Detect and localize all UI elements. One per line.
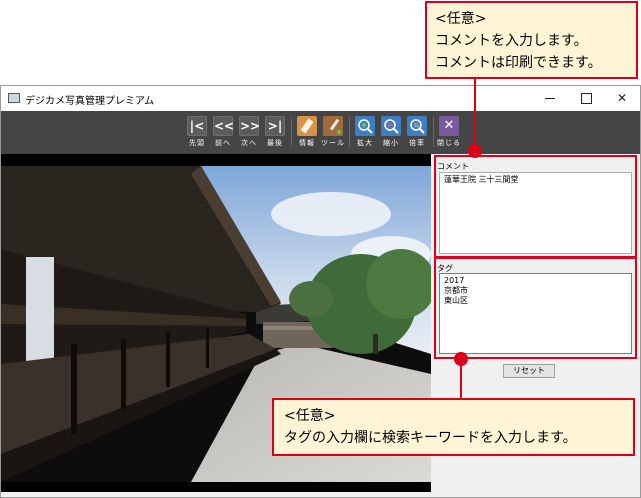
callout-line: <任意>	[435, 11, 487, 27]
zoom-out-glyph	[384, 119, 399, 134]
minimize-icon	[545, 98, 555, 99]
window-title: デジカメ写真管理プレミアム	[25, 96, 155, 107]
zoom-in-glyph	[358, 119, 373, 134]
tag-highlight	[434, 257, 637, 359]
toolbar: |< 先頭 << 前へ >> 次へ >| 最後 情報 ツール 拡大 縮小 % 倍…	[1, 111, 640, 154]
maximize-button[interactable]	[569, 86, 603, 111]
tools-button[interactable]: ツール	[320, 116, 346, 148]
info-icon	[297, 116, 317, 136]
toolbar-separator	[433, 117, 434, 147]
zoom-ratio-icon: %	[407, 116, 427, 136]
tools-label: ツール	[321, 139, 345, 147]
zoom-in-icon	[355, 116, 375, 136]
zoom-out-button[interactable]: 縮小	[378, 116, 404, 148]
comment-callout: <任意> コメントを入力します。 コメントは印刷できます。	[425, 1, 638, 79]
callout-line: <任意>	[284, 408, 336, 424]
brush-glyph	[329, 118, 341, 134]
first-button[interactable]: |< 先頭	[184, 116, 210, 148]
zoom-ratio-label: 倍率	[409, 139, 425, 147]
tag-callout: <任意> タグの入力欄に検索キーワードを入力します。	[272, 398, 635, 456]
prev-icon: <<	[213, 116, 234, 136]
zoom-out-label: 縮小	[383, 139, 399, 147]
maximize-icon	[580, 93, 592, 104]
next-label: 次へ	[241, 139, 257, 147]
minimize-button[interactable]	[533, 86, 567, 111]
zoom-out-icon	[381, 116, 401, 136]
prev-button[interactable]: << 前へ	[210, 116, 236, 148]
reset-button[interactable]: リセット	[503, 364, 555, 378]
zoom-in-button[interactable]: 拡大	[352, 116, 378, 148]
prev-label: 前へ	[215, 139, 231, 147]
close-label: 閉じる	[437, 139, 461, 147]
toolbar-separator	[349, 117, 350, 147]
info-glyph	[300, 118, 314, 134]
callout-dot	[454, 352, 468, 366]
toolbar-separator	[291, 117, 292, 147]
info-label: 情報	[299, 139, 315, 147]
zoom-ratio-button[interactable]: % 倍率	[404, 116, 430, 148]
comment-highlight	[434, 155, 637, 258]
close-window-button[interactable]: ✕	[605, 86, 639, 111]
svg-text:%: %	[414, 123, 420, 130]
last-icon: >|	[265, 116, 285, 136]
callout-line: コメントは印刷できます。	[435, 55, 602, 71]
first-icon: |<	[187, 116, 207, 136]
last-label: 最後	[267, 139, 283, 147]
callout-line: コメントを入力します。	[435, 33, 588, 49]
zoom-in-label: 拡大	[357, 139, 373, 147]
brush-icon	[323, 116, 343, 136]
first-label: 先頭	[189, 139, 205, 147]
app-icon	[8, 93, 20, 103]
info-button[interactable]: 情報	[294, 116, 320, 148]
title-bar: デジカメ写真管理プレミアム ✕	[1, 86, 640, 111]
next-icon: >>	[239, 116, 260, 136]
last-button[interactable]: >| 最後	[262, 116, 288, 148]
close-button[interactable]: ✕ 閉じる	[436, 116, 462, 148]
callout-connector	[474, 79, 476, 151]
zoom-ratio-glyph: %	[410, 119, 425, 134]
callout-dot	[468, 144, 482, 158]
close-icon: ✕	[439, 116, 459, 136]
callout-line: タグの入力欄に検索キーワードを入力します。	[284, 430, 577, 446]
next-button[interactable]: >> 次へ	[236, 116, 262, 148]
